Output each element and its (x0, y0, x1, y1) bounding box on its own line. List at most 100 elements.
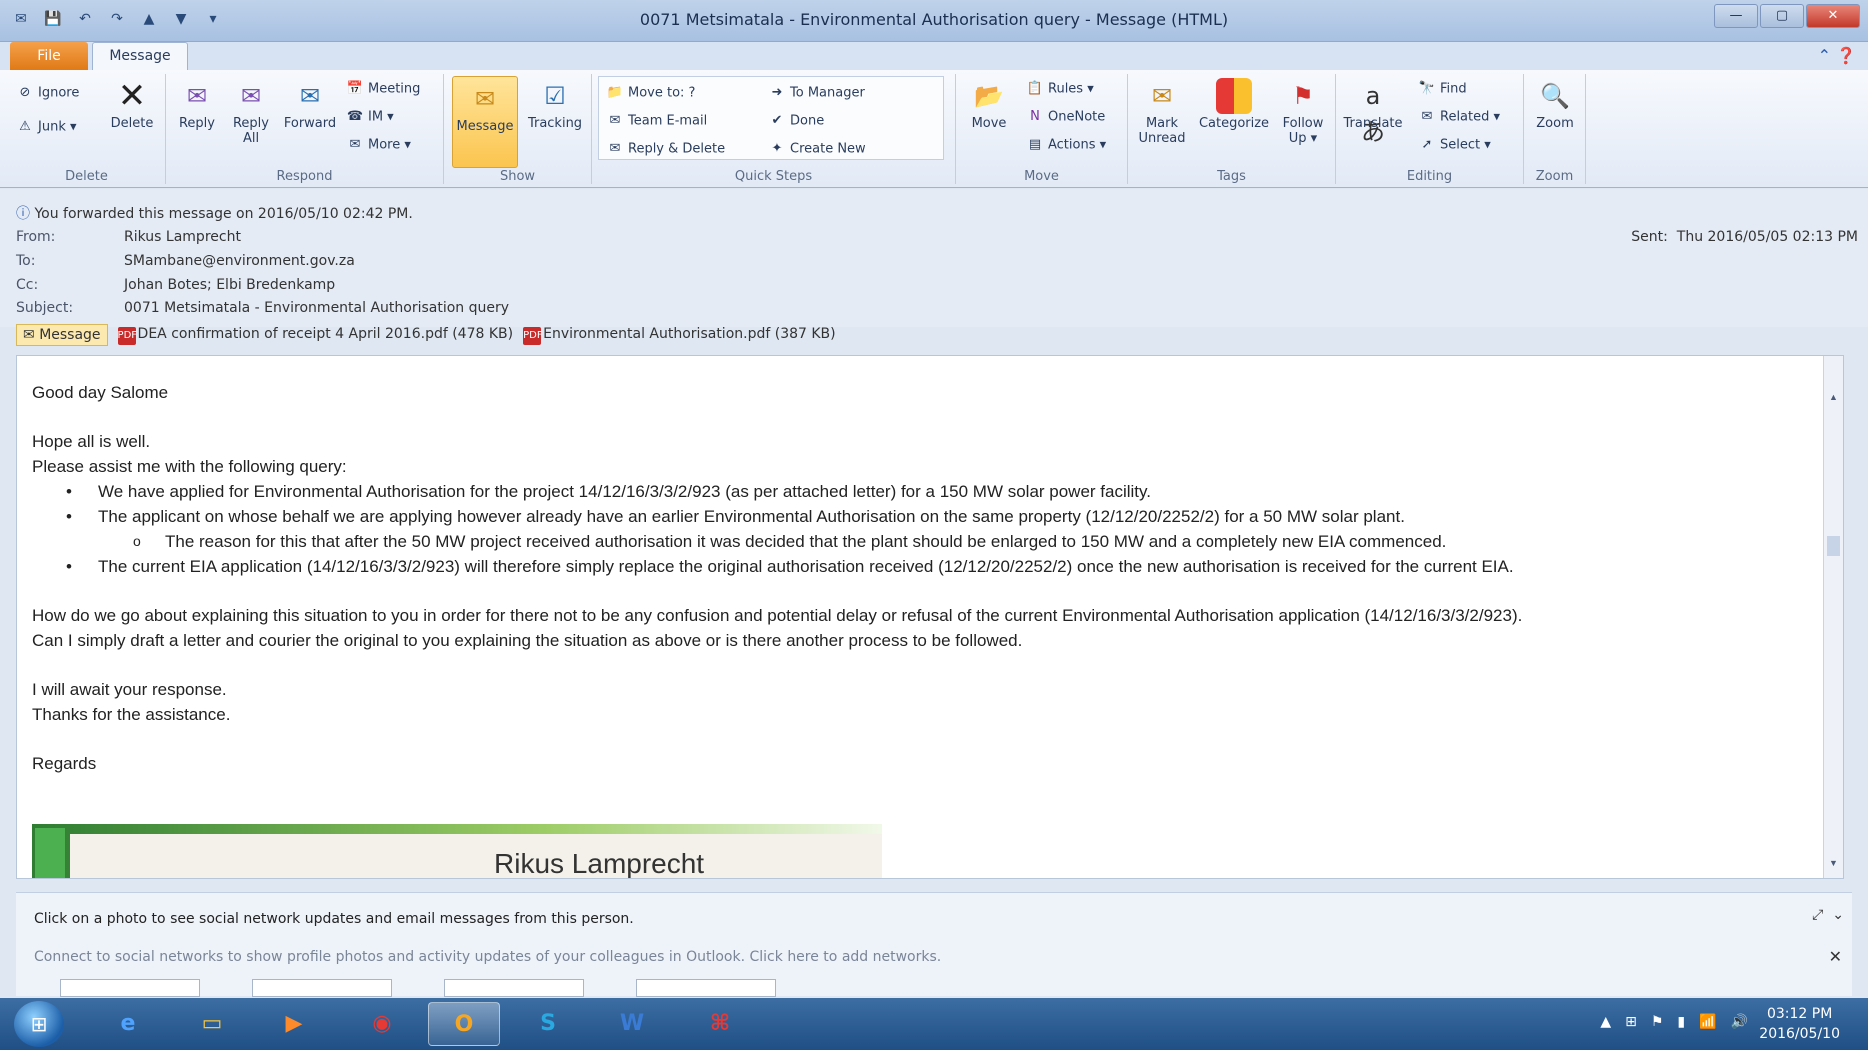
message-view-button[interactable]: ✉ Message (452, 76, 518, 168)
onenote-button[interactable]: N OneNote (1026, 108, 1105, 126)
im-button[interactable]: ☎ IM ▾ (346, 108, 394, 126)
im-icon: ☎ (346, 109, 364, 124)
junk-icon: ⚠ (19, 119, 31, 134)
tracking-button[interactable]: ☑ Tracking (522, 78, 588, 131)
cc-value[interactable]: Johan Botes; Elbi Bredenkamp (124, 277, 335, 293)
bullet-item: The applicant on whose behalf we are app… (32, 504, 1522, 529)
chevron-down-icon[interactable]: ⌄ (1832, 907, 1844, 923)
pdf-icon: PDF (117, 326, 137, 345)
close-button[interactable]: ✕ (1806, 4, 1860, 28)
checkmark-icon: ✔ (771, 113, 783, 128)
acrobat-icon[interactable]: ⌘ (684, 1002, 756, 1046)
signature-logo (35, 828, 65, 878)
outlook-taskbar-icon[interactable]: O (428, 1002, 500, 1046)
flag-icon: ⚑ (1292, 82, 1314, 110)
ignore-button[interactable]: ⊘ Ignore (16, 84, 80, 102)
attachment-bar: ✉ Message PDFDEA confirmation of receipt… (16, 323, 836, 347)
translate-icon: aあ (1361, 82, 1385, 146)
related-icon: ✉ (1421, 109, 1433, 124)
file-explorer-icon[interactable]: ▭ (176, 1002, 248, 1046)
forward-button[interactable]: ✉ Forward (278, 78, 342, 131)
signature-name: Rikus Lamprecht (494, 848, 705, 879)
quickstep-move-to[interactable]: 📁 Move to: ? (606, 84, 696, 102)
window-title: 0071 Metsimatala - Environmental Authori… (639, 10, 1229, 29)
person-tile[interactable] (60, 979, 200, 997)
show-hidden-icons-icon[interactable]: ▲ (1600, 1014, 1611, 1030)
body-scrollbar[interactable]: ▲ ▼ (1823, 356, 1843, 878)
person-tile[interactable] (636, 979, 776, 997)
tab-message[interactable]: Message (92, 42, 188, 70)
clock[interactable]: 03:12 PM 2016/05/10 (1759, 1004, 1840, 1044)
sent-value: Thu 2016/05/05 02:13 PM (1676, 229, 1858, 245)
translate-button[interactable]: aあ Translate (1340, 78, 1406, 146)
network-icon[interactable]: ▮ (1677, 1014, 1685, 1030)
attachment-file-1[interactable]: PDFDEA confirmation of receipt 4 April 2… (117, 326, 513, 345)
internet-explorer-icon[interactable]: e (92, 1002, 164, 1046)
info-bar: ⓘ You forwarded this message on 2016/05/… (16, 203, 413, 223)
regards: Regards (32, 754, 97, 773)
tab-file[interactable]: File (10, 42, 88, 70)
related-button[interactable]: ✉ Related ▾ (1418, 108, 1500, 126)
quickstep-to-manager[interactable]: ➜ To Manager (768, 84, 865, 102)
ribbon-tabs: File Message ⌃ ❓ (0, 42, 1868, 70)
start-button[interactable]: ⊞ (14, 1001, 64, 1047)
cc-label: Cc: (16, 277, 39, 293)
quickstep-reply-delete[interactable]: ✉ Reply & Delete (606, 140, 726, 158)
reply-button[interactable]: ✉ Reply (170, 78, 224, 131)
person-tile[interactable] (444, 979, 584, 997)
quickstep-done[interactable]: ✔ Done (768, 112, 825, 130)
meeting-button[interactable]: 📅 Meeting (346, 80, 421, 98)
from-value[interactable]: Rikus Lamprecht (124, 229, 241, 245)
chrome-icon[interactable]: ◉ (346, 1002, 418, 1046)
body-line: Thanks for the assistance. (32, 705, 231, 724)
signal-icon[interactable]: 📶 (1699, 1014, 1716, 1030)
group-quick-steps: 📁 Move to: ? ✉ Team E-mail ✉ Reply & Delete… (592, 74, 956, 184)
categorize-button[interactable]: Categorize (1194, 78, 1274, 131)
volume-icon[interactable]: 🔊 (1731, 1014, 1748, 1030)
body-line: Hope all is well. (32, 432, 151, 451)
junk-button[interactable]: ⚠ Junk ▾ (16, 118, 76, 136)
media-player-icon[interactable]: ▶ (258, 1002, 330, 1046)
reply-icon: ✉ (186, 82, 208, 110)
add-networks-link[interactable]: Connect to social networks to show profi… (34, 949, 941, 965)
help-icon[interactable]: ⌃ ❓ (1818, 46, 1856, 65)
close-icon[interactable]: ✕ (1829, 947, 1842, 966)
scroll-up-icon[interactable]: ▲ (1827, 392, 1840, 406)
mark-unread-button[interactable]: ✉ Mark Unread (1132, 78, 1192, 146)
people-pane: Click on a photo to see social network u… (16, 892, 1852, 997)
bullet-item: The current EIA application (14/12/16/3/… (32, 554, 1522, 579)
actions-button[interactable]: ▤ Actions ▾ (1026, 136, 1106, 154)
quickstep-team-email[interactable]: ✉ Team E-mail (606, 112, 708, 130)
zoom-button[interactable]: 🔍 Zoom (1528, 78, 1582, 131)
people-pane-hint: Click on a photo to see social network u… (34, 911, 634, 927)
maximize-button[interactable]: ▢ (1760, 4, 1804, 28)
scroll-thumb[interactable] (1827, 536, 1840, 556)
group-zoom: 🔍 Zoom Zoom (1524, 74, 1586, 184)
group-label-delete: Delete (65, 169, 108, 184)
more-button[interactable]: ✉ More ▾ (346, 136, 411, 154)
person-tile[interactable] (252, 979, 392, 997)
attachment-message-tab[interactable]: ✉ Message (16, 324, 108, 346)
move-button[interactable]: 📂 Move (962, 78, 1016, 131)
word-icon[interactable]: W (596, 1002, 668, 1046)
to-value[interactable]: SMambane@environment.gov.za (124, 253, 355, 269)
follow-up-button[interactable]: ⚑ Follow Up ▾ (1274, 78, 1332, 146)
delete-button[interactable]: ✕ Delete (102, 78, 162, 131)
expand-icon[interactable]: ⤢ (1812, 907, 1823, 923)
binoculars-icon: 🔭 (1418, 81, 1436, 96)
attachment-file-2[interactable]: PDFEnvironmental Authorisation.pdf (387 … (523, 326, 836, 345)
find-button[interactable]: 🔭 Find (1418, 80, 1467, 98)
scroll-down-icon[interactable]: ▼ (1827, 858, 1840, 872)
message-body[interactable]: Good day Salome Hope all is well. Please… (16, 355, 1844, 879)
quickstep-create-new[interactable]: ✦ Create New (768, 140, 866, 158)
select-button[interactable]: ➚ Select ▾ (1418, 136, 1491, 154)
magnifier-icon: 🔍 (1540, 82, 1570, 110)
skype-icon[interactable]: S (512, 1002, 584, 1046)
group-label-move: Move (1024, 169, 1059, 184)
action-center-icon[interactable]: ⚑ (1651, 1014, 1664, 1030)
rules-button[interactable]: 📋 Rules ▾ (1026, 80, 1094, 98)
reply-all-button[interactable]: ✉ Reply All (224, 78, 278, 146)
windows-flag-icon[interactable]: ⊞ (1625, 1014, 1637, 1030)
minimize-button[interactable]: — (1714, 4, 1758, 28)
meeting-icon: 📅 (346, 81, 364, 96)
